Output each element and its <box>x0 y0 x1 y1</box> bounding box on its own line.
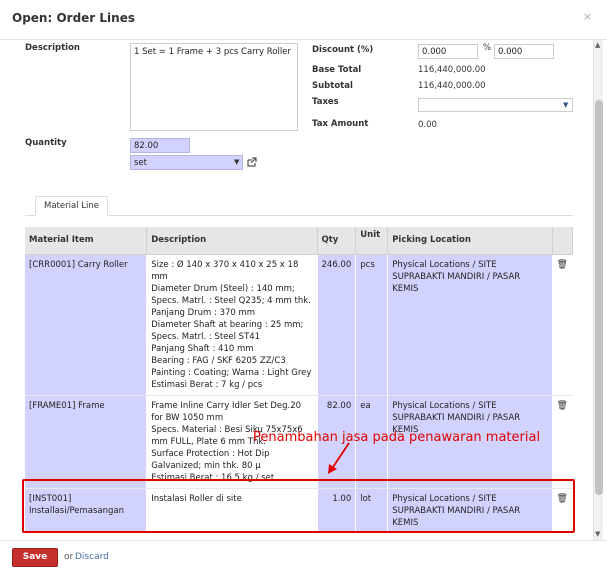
discount-label: Discount (%) <box>312 45 374 55</box>
scroll-up-icon[interactable]: ▲ <box>595 41 600 49</box>
base-total-value: 116,440,000.00 <box>418 65 486 75</box>
column-header-material-item[interactable]: Material Item <box>25 227 148 255</box>
annotation-text: Penambahan jasa pada penawaran material <box>253 430 541 445</box>
discard-link[interactable]: Discard <box>75 552 109 562</box>
description-label: Description <box>25 43 80 53</box>
picking-location-cell: Physical Locations / SITE SUPRABAKTI MAN… <box>387 488 553 533</box>
material-item-cell: [FRAME01] Frame <box>25 395 148 489</box>
trash-icon[interactable]: 🗑 <box>552 395 574 489</box>
column-header-qty[interactable]: Qty <box>317 227 357 255</box>
description-cell: Instalasi Roller di site <box>146 488 318 533</box>
close-icon[interactable]: × <box>583 10 592 23</box>
column-header-unit[interactable]: Unit <box>355 227 389 255</box>
uom-value: set <box>134 158 147 168</box>
material-item-cell: [CRR0001] Carry Roller <box>25 254 148 396</box>
dialog-header: Open: Order Lines × <box>0 0 607 40</box>
table-row[interactable]: [CRR0001] Carry Roller Size : Ø 140 x 37… <box>25 254 574 396</box>
annotation-arrow-icon <box>328 442 350 474</box>
dialog-body: Description 1 Set = 1 Frame + 3 pcs Carr… <box>0 40 607 540</box>
tax-amount-value: 0.00 <box>418 120 437 130</box>
dialog-footer: Save or Discard <box>0 540 607 581</box>
dialog-title: Open: Order Lines <box>12 11 135 25</box>
discount-field-2[interactable]: 0.000 <box>494 44 554 59</box>
base-total-label: Base Total <box>312 65 362 75</box>
percent-symbol: % <box>483 43 492 53</box>
unit-cell: lot <box>355 488 389 533</box>
column-header-picking-location[interactable]: Picking Location <box>387 227 553 255</box>
table-header-row: Material Item Description Qty Unit Picki… <box>25 227 574 255</box>
table-row[interactable]: [INST001] Installasi/Pemasangan Instalas… <box>25 488 574 533</box>
material-line-table: Material Item Description Qty Unit Picki… <box>25 227 574 533</box>
uom-select[interactable]: set <box>130 155 243 170</box>
trash-icon[interactable]: 🗑 <box>552 254 574 396</box>
chevron-down-icon: ▼ <box>563 101 569 109</box>
description-cell: Size : Ø 140 x 370 x 410 x 25 x 18 mm Di… <box>146 254 318 396</box>
material-item-cell: [INST001] Installasi/Pemasangan <box>25 488 148 533</box>
or-label: or <box>64 552 74 562</box>
column-header-actions <box>552 227 574 255</box>
external-link-icon[interactable] <box>246 156 258 171</box>
scroll-thumb[interactable] <box>595 100 603 495</box>
tax-amount-label: Tax Amount <box>312 119 369 129</box>
taxes-label: Taxes <box>312 97 339 107</box>
column-header-description[interactable]: Description <box>146 227 318 255</box>
chevron-down-icon: ▼ <box>234 158 240 166</box>
unit-cell: pcs <box>355 254 389 396</box>
picking-location-cell: Physical Locations / SITE SUPRABAKTI MAN… <box>387 254 553 396</box>
scroll-down-icon[interactable]: ▼ <box>595 530 600 538</box>
vertical-scrollbar[interactable]: ▲ ▼ <box>593 40 603 540</box>
description-field[interactable]: 1 Set = 1 Frame + 3 pcs Carry Roller <box>130 43 298 131</box>
tab-material-line[interactable]: Material Line <box>35 196 108 216</box>
save-button[interactable]: Save <box>12 548 58 567</box>
trash-icon[interactable]: 🗑 <box>552 488 574 533</box>
qty-cell: 246.00 <box>317 254 357 396</box>
quantity-label: Quantity <box>25 138 67 148</box>
discount-field[interactable]: 0.000 <box>418 44 478 59</box>
quantity-field[interactable]: 82.00 <box>130 138 190 153</box>
subtotal-label: Subtotal <box>312 81 353 91</box>
taxes-select[interactable] <box>418 98 573 112</box>
subtotal-value: 116,440,000.00 <box>418 81 486 91</box>
qty-cell: 1.00 <box>317 488 357 533</box>
